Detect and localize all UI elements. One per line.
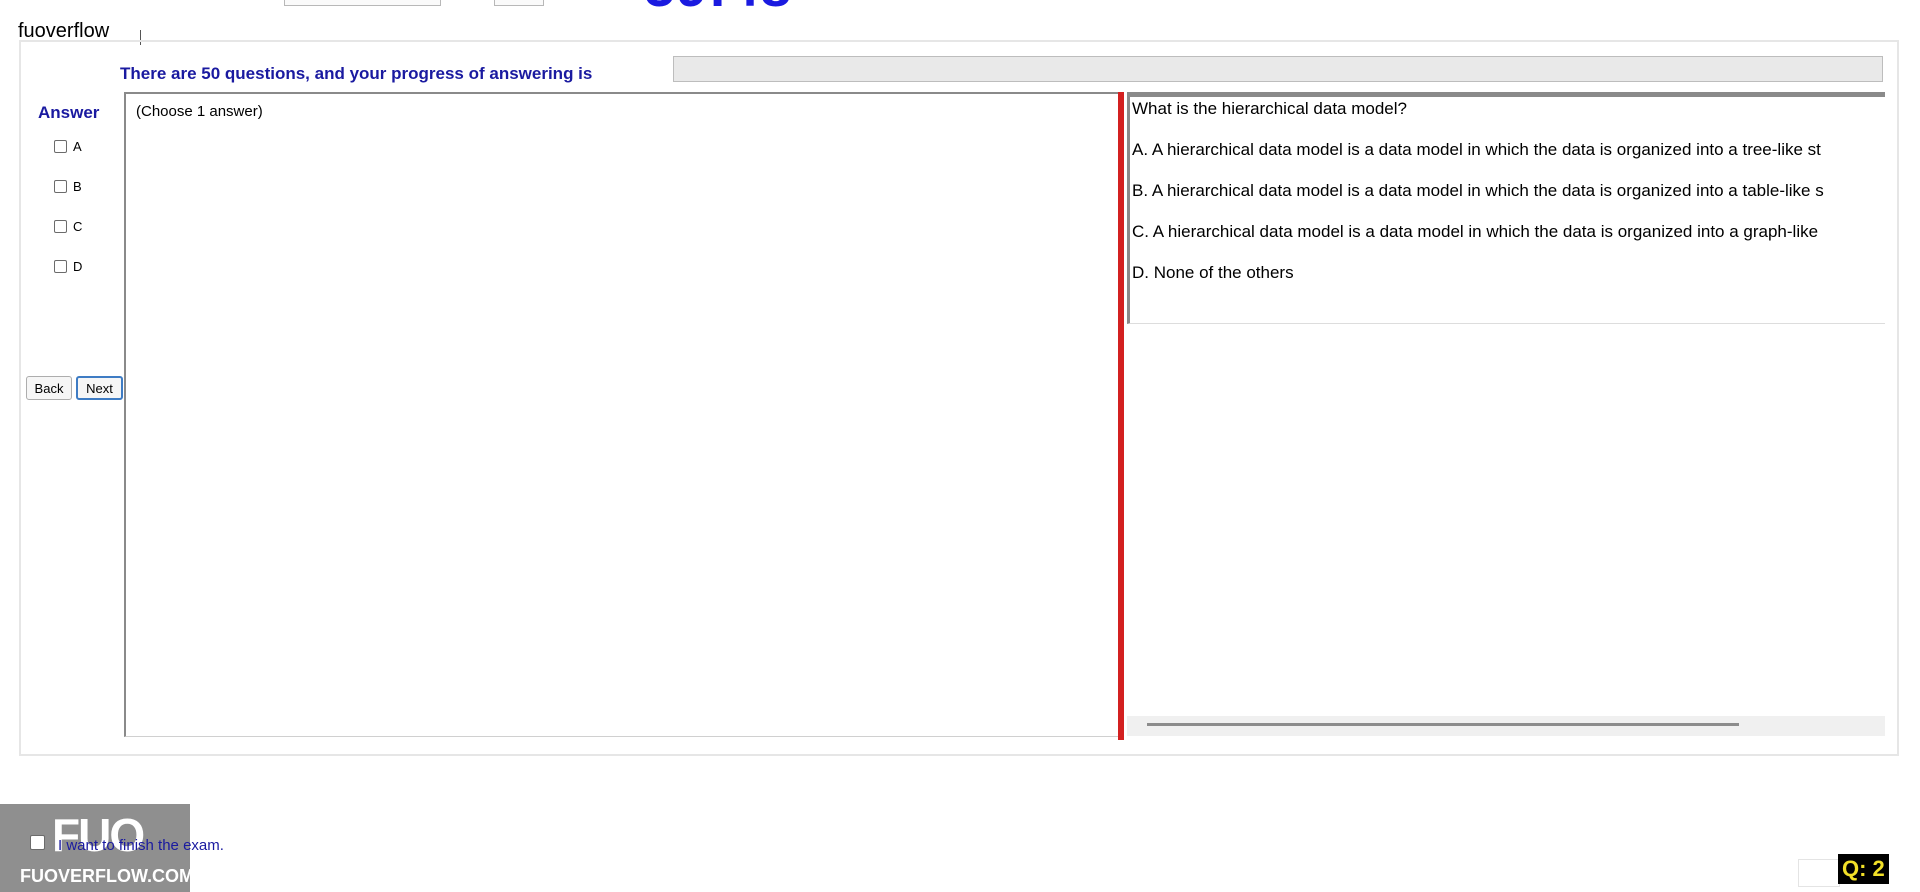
question-choice-a: A. A hierarchical data model is a data m… — [1132, 140, 1821, 159]
question-content: What is the hierarchical data model? A. … — [1130, 97, 1882, 322]
top-small-field[interactable] — [494, 0, 544, 6]
choose-instruction: (Choose 1 answer) — [136, 103, 263, 120]
question-number-badge: Q: 2 — [1838, 854, 1889, 884]
horizontal-scrollbar[interactable] — [1127, 716, 1885, 736]
answer-option-c[interactable]: C — [54, 219, 82, 234]
answer-option-label: B — [73, 179, 82, 194]
top-select-field[interactable] — [284, 0, 441, 6]
progress-bar — [673, 56, 1883, 82]
panel-splitter[interactable] — [1118, 92, 1124, 740]
question-choice-d: D. None of the others — [1132, 263, 1294, 282]
checkbox-c[interactable] — [54, 220, 67, 233]
answer-text-panel[interactable] — [124, 92, 1120, 737]
answer-title: Answer — [38, 103, 100, 122]
progress-text: There are 50 questions, and your progres… — [120, 64, 593, 83]
watermark-text: FUOVERFLOW.COM — [20, 866, 194, 886]
back-button[interactable]: Back — [26, 376, 72, 400]
next-button[interactable]: Next — [76, 376, 123, 400]
answer-option-b[interactable]: B — [54, 179, 82, 194]
answer-option-label: D — [73, 259, 83, 274]
scrollbar-thumb[interactable] — [1147, 723, 1739, 726]
question-text: What is the hierarchical data model? — [1132, 99, 1407, 118]
question-choice-c: C. A hierarchical data model is a data m… — [1132, 222, 1819, 241]
checkbox-d[interactable] — [54, 260, 67, 273]
bottom-field[interactable] — [1798, 859, 1840, 887]
exam-timer: 59:48 — [644, 0, 792, 19]
answer-option-d[interactable]: D — [54, 259, 82, 274]
finish-exam-checkbox[interactable] — [30, 835, 45, 850]
question-choice-b: B. A hierarchical data model is a data m… — [1132, 181, 1824, 200]
answer-option-a[interactable]: A — [54, 139, 82, 154]
checkbox-a[interactable] — [54, 140, 67, 153]
checkbox-b[interactable] — [54, 180, 67, 193]
finish-exam-label: I want to finish the exam. — [58, 837, 224, 854]
answer-option-label: A — [73, 139, 82, 154]
answer-option-label: C — [73, 219, 83, 234]
